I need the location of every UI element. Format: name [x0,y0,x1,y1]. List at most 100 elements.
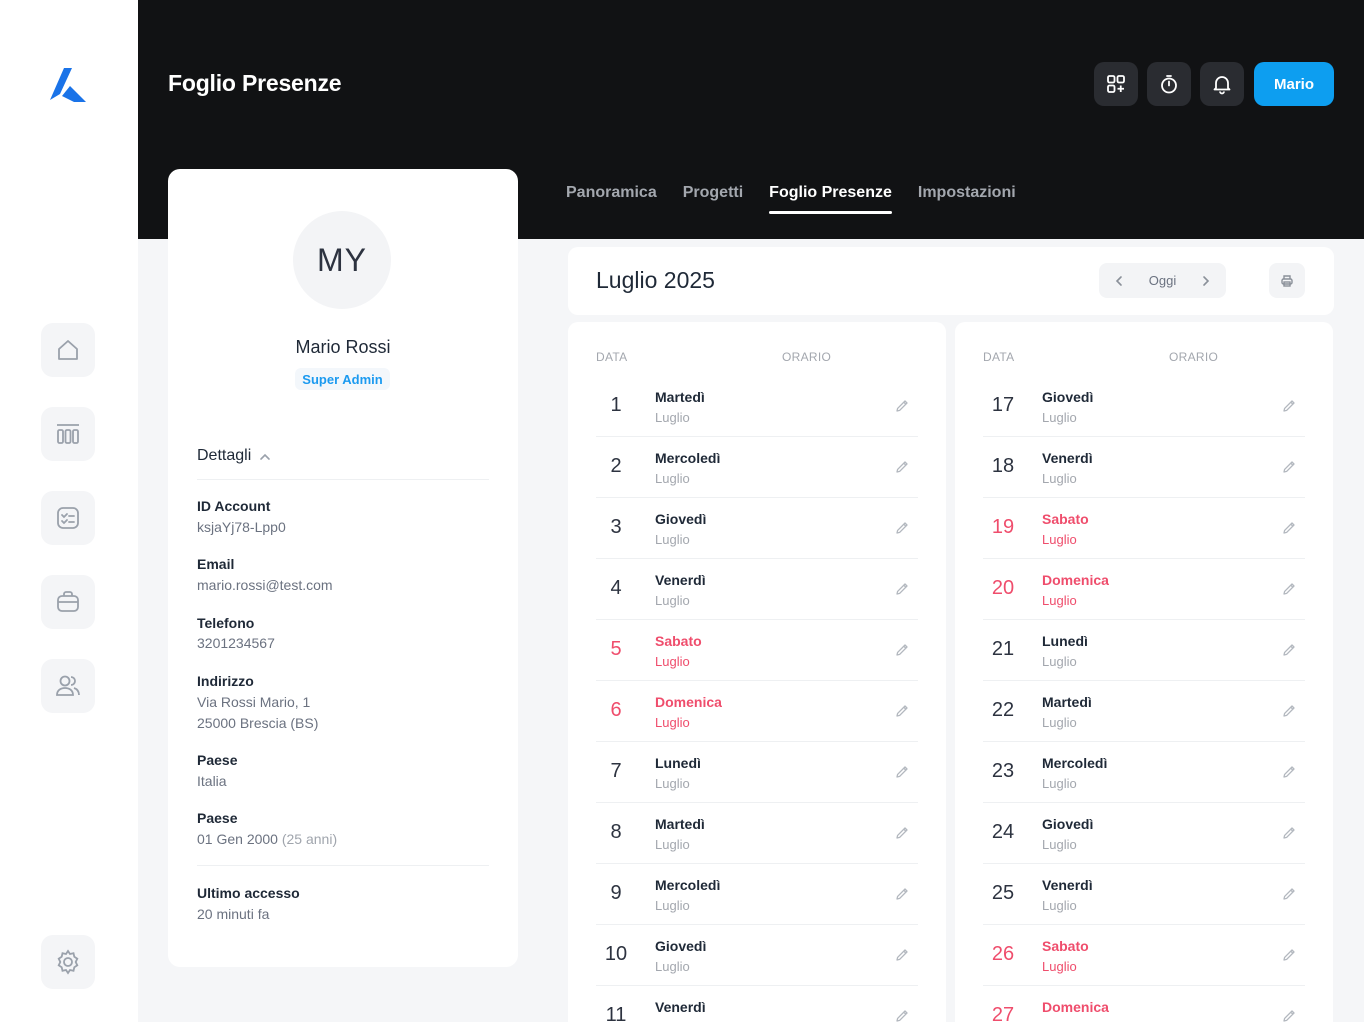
month-name: Luglio [655,471,690,486]
month-name: Luglio [655,532,690,547]
day-row[interactable]: 20 Domenica Luglio [983,559,1305,620]
divider [197,865,489,866]
edit-icon[interactable] [894,1008,910,1022]
edit-icon[interactable] [1281,825,1297,841]
month-name: Luglio [1042,776,1077,791]
weekday-name: Sabato [1042,938,1089,954]
edit-icon[interactable] [894,947,910,963]
email-label: Email [197,556,235,572]
edit-icon[interactable] [1281,703,1297,719]
day-row[interactable]: 17 Giovedì Luglio [983,376,1305,437]
weekday-name: Giovedì [1042,816,1094,832]
edit-icon[interactable] [894,398,910,414]
page-title: Foglio Presenze [168,70,342,96]
day-row[interactable]: 8 Martedì Luglio [596,803,918,864]
edit-icon[interactable] [1281,1008,1297,1022]
profile-name: Mario Rossi [295,337,391,357]
day-row[interactable]: 23 Mercoledì Luglio [983,742,1305,803]
print-button[interactable] [1269,263,1305,298]
user-menu-button[interactable]: Mario [1254,62,1334,106]
month-name: Luglio [655,715,690,730]
details-toggle[interactable]: Dettagli [197,447,489,480]
day-row[interactable]: 24 Giovedì Luglio [983,803,1305,864]
apps-add-icon [1107,75,1125,93]
edit-icon[interactable] [894,581,910,597]
weekday-name: Lunedì [655,755,701,771]
phone-label: Telefono [197,615,255,631]
prev-month-button[interactable] [1113,275,1125,287]
month-name: Luglio [655,593,690,608]
edit-icon[interactable] [1281,764,1297,780]
day-row[interactable]: 21 Lunedì Luglio [983,620,1305,681]
day-number: 11 [605,1004,627,1022]
edit-icon[interactable] [894,886,910,902]
sidebar-columns-button[interactable] [41,407,95,461]
day-number: 2 [610,455,622,477]
address-line1: Via Rossi Mario, 1 [197,694,311,710]
address-label: Indirizzo [197,673,254,689]
last-access-value: 20 minuti fa [197,906,270,922]
weekday-name: Domenica [1042,999,1109,1015]
next-month-button[interactable] [1200,275,1212,287]
app-logo-icon[interactable] [46,62,90,106]
day-row[interactable]: 4 Venerdì Luglio [596,559,918,620]
sidebar-briefcase-button[interactable] [41,575,95,629]
day-row[interactable]: 25 Venerdì Luglio [983,864,1305,925]
timer-button[interactable] [1147,62,1191,106]
days-column-left: DATA ORARIO 1 Martedì Luglio 2 Mercoledì Lugl… [568,322,946,1022]
month-name: Luglio [1042,654,1077,669]
day-row[interactable]: 27DomenicaLuglio [983,986,1305,1022]
day-row[interactable]: 1 Martedì Luglio [596,376,918,437]
edit-icon[interactable] [894,642,910,658]
day-row[interactable]: 2 Mercoledì Luglio [596,437,918,498]
edit-icon[interactable] [1281,398,1297,414]
edit-icon[interactable] [1281,459,1297,475]
day-row[interactable]: 26 Sabato Luglio [983,925,1305,986]
day-row[interactable]: 22 Martedì Luglio [983,681,1305,742]
edit-icon[interactable] [894,825,910,841]
tab-panoramica[interactable]: Panoramica [566,184,657,214]
edit-icon[interactable] [1281,886,1297,902]
sidebar-checklist-button[interactable] [41,491,95,545]
chevron-up-icon [260,453,271,460]
weekday-name: Venerdì [655,572,706,588]
edit-icon[interactable] [1281,642,1297,658]
sidebar-home-button[interactable] [41,323,95,377]
day-row[interactable]: 7 Lunedì Luglio [596,742,918,803]
day-row[interactable]: 6 Domenica Luglio [596,681,918,742]
day-row[interactable]: 11VenerdìLuglio [596,986,918,1022]
today-button[interactable]: Oggi [1149,273,1176,288]
month-name: Luglio [1042,959,1077,974]
tab-foglio-presenze[interactable]: Foglio Presenze [769,184,892,214]
month-name: Luglio [1042,593,1077,608]
edit-icon[interactable] [894,520,910,536]
edit-icon[interactable] [1281,581,1297,597]
sidebar-users-button[interactable] [41,659,95,713]
edit-icon[interactable] [1281,520,1297,536]
weekday-name: Martedì [655,816,705,832]
day-row[interactable]: 10 Giovedì Luglio [596,925,918,986]
day-row[interactable]: 5 Sabato Luglio [596,620,918,681]
month-toolbar: Luglio 2025 Oggi [568,247,1334,315]
tab-impostazioni[interactable]: Impostazioni [918,184,1016,214]
tab-progetti[interactable]: Progetti [683,184,743,214]
day-row[interactable]: 3 Giovedì Luglio [596,498,918,559]
id-account-label: ID Account [197,498,271,514]
edit-icon[interactable] [894,459,910,475]
day-row[interactable]: 9 Mercoledì Luglio [596,864,918,925]
day-number: 25 [991,882,1015,904]
edit-icon[interactable] [894,703,910,719]
day-number: 4 [610,577,622,599]
edit-icon[interactable] [894,764,910,780]
edit-icon[interactable] [1281,947,1297,963]
weekday-name: Lunedì [1042,633,1088,649]
month-name: Luglio [655,898,690,913]
day-row[interactable]: 18 Venerdì Luglio [983,437,1305,498]
notifications-button[interactable] [1200,62,1244,106]
apps-button[interactable] [1094,62,1138,106]
role-badge: Super Admin [295,368,390,390]
sidebar-settings-button[interactable] [41,935,95,989]
day-number: 5 [610,638,622,660]
day-number: 7 [610,760,622,782]
day-row[interactable]: 19 Sabato Luglio [983,498,1305,559]
